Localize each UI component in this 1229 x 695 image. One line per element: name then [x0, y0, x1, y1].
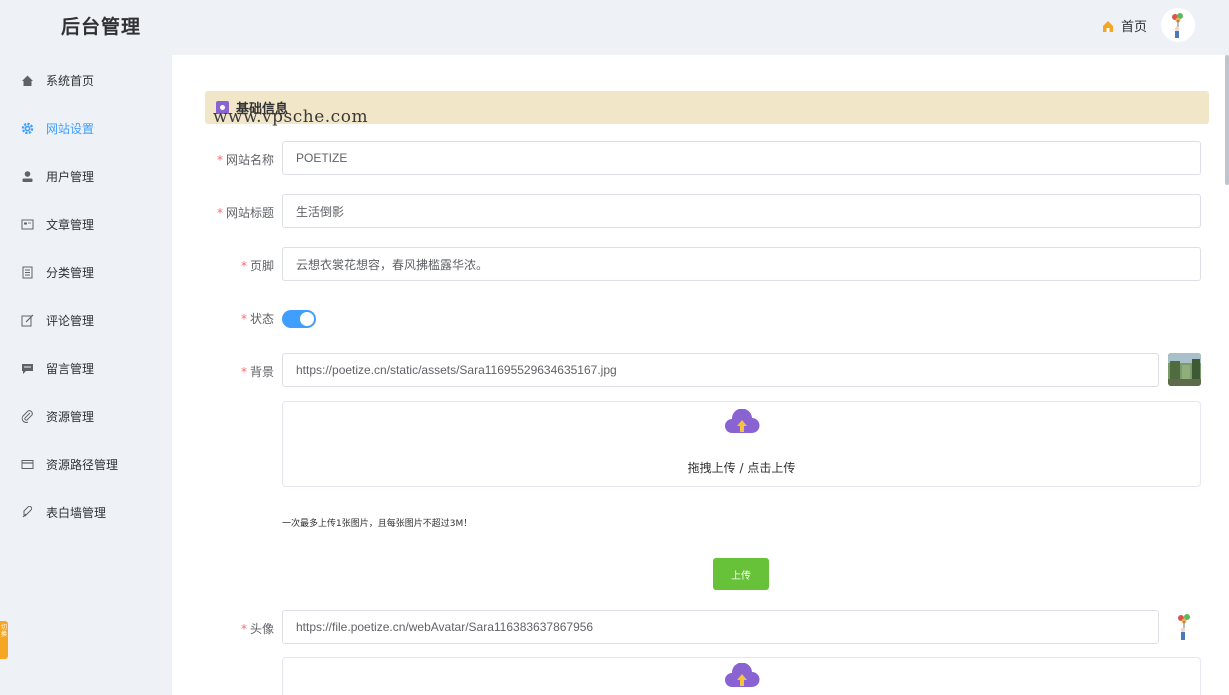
- sidebar-item-home[interactable]: 系统首页: [0, 56, 172, 104]
- sidebar-item-site-settings[interactable]: 网站设置: [0, 104, 172, 152]
- sidebar-item-label: 资源路径管理: [46, 457, 119, 472]
- footer-label: * 页脚: [240, 259, 274, 273]
- sidebar-item-messages[interactable]: 留言管理: [0, 344, 172, 392]
- main-content: 基础信息 www.vpsche.com * 网站名称 POETIZE * 网站标题 …: [172, 55, 1229, 695]
- site-name-input[interactable]: POETIZE: [282, 141, 1201, 175]
- background-upload-dropzone[interactable]: 拖拽上传 / 点击上传: [282, 401, 1201, 487]
- background-input[interactable]: https://poetize.cn/static/assets/Sara116…: [282, 353, 1159, 387]
- home-link-label: 首页: [1120, 20, 1147, 35]
- avatar-label: * 头像: [240, 622, 274, 636]
- upload-tip: 一次最多上传1张图片，且每张图片不超过3M！: [282, 519, 473, 529]
- sidebar-item-resources[interactable]: 资源管理: [0, 392, 172, 440]
- paperclip-icon: [20, 409, 34, 423]
- sidebar-item-label: 文章管理: [46, 217, 95, 232]
- avatar-upload-dropzone[interactable]: [282, 657, 1201, 695]
- home-icon: [20, 73, 34, 87]
- sidebar-item-label: 分类管理: [46, 265, 95, 280]
- sidebar-item-label: 资源管理: [46, 409, 95, 424]
- side-toggle-tab[interactable]: 切换: [0, 621, 8, 659]
- background-thumbnail: [1168, 353, 1201, 386]
- sidebar-item-comments[interactable]: 评论管理: [0, 296, 172, 344]
- vertical-scrollbar[interactable]: [1225, 55, 1229, 185]
- message-icon: [20, 361, 34, 375]
- sidebar-item-label: 系统首页: [46, 73, 95, 88]
- card-icon: [20, 457, 34, 471]
- cloud-upload-icon: [724, 662, 760, 689]
- gear-icon: [20, 121, 34, 135]
- sidebar-item-label: 表白墙管理: [46, 505, 107, 520]
- sidebar-item-wall[interactable]: 表白墙管理: [0, 488, 172, 536]
- sidebar-item-label: 网站设置: [46, 121, 95, 136]
- sidebar-item-resource-paths[interactable]: 资源路径管理: [0, 440, 172, 488]
- edit-icon: [20, 313, 34, 327]
- watermark: www.vpsche.com: [213, 107, 369, 127]
- sidebar-item-articles[interactable]: 文章管理: [0, 200, 172, 248]
- home-icon: [1101, 19, 1115, 33]
- site-name-label: * 网站名称: [216, 153, 274, 167]
- avatar[interactable]: [1161, 8, 1195, 42]
- cloud-upload-icon: [724, 408, 760, 435]
- sidebar: 系统首页 网站设置 用户管理 文章管理 分类管理 评论管理 留言管理 资源管理 …: [0, 55, 172, 695]
- sidebar-item-label: 评论管理: [46, 313, 95, 328]
- sidebar-item-label: 用户管理: [46, 169, 95, 184]
- site-title-input[interactable]: 生活倒影: [282, 194, 1201, 228]
- home-link[interactable]: 首页: [1101, 16, 1147, 35]
- upload-hint-text: 拖拽上传 / 点击上传: [687, 461, 796, 475]
- avatar-input[interactable]: https://file.poetize.cn/webAvatar/Sara11…: [282, 610, 1159, 644]
- status-label: * 状态: [240, 312, 274, 326]
- site-title-label: * 网站标题: [216, 206, 274, 220]
- avatar-thumbnail: [1168, 610, 1201, 643]
- sidebar-item-categories[interactable]: 分类管理: [0, 248, 172, 296]
- user-icon: [20, 169, 34, 183]
- footer-input[interactable]: 云想衣裳花想容，春风拂槛露华浓。: [282, 247, 1201, 281]
- sidebar-item-label: 留言管理: [46, 361, 95, 376]
- top-header: 后台管理 首页: [0, 0, 1229, 55]
- app-title: 后台管理: [61, 16, 142, 38]
- article-icon: [20, 217, 34, 231]
- background-label: * 背景: [240, 365, 274, 379]
- wall-icon: [20, 505, 34, 519]
- status-switch[interactable]: [282, 310, 316, 328]
- sidebar-item-users[interactable]: 用户管理: [0, 152, 172, 200]
- upload-button[interactable]: 上传: [713, 558, 769, 590]
- category-icon: [20, 265, 34, 279]
